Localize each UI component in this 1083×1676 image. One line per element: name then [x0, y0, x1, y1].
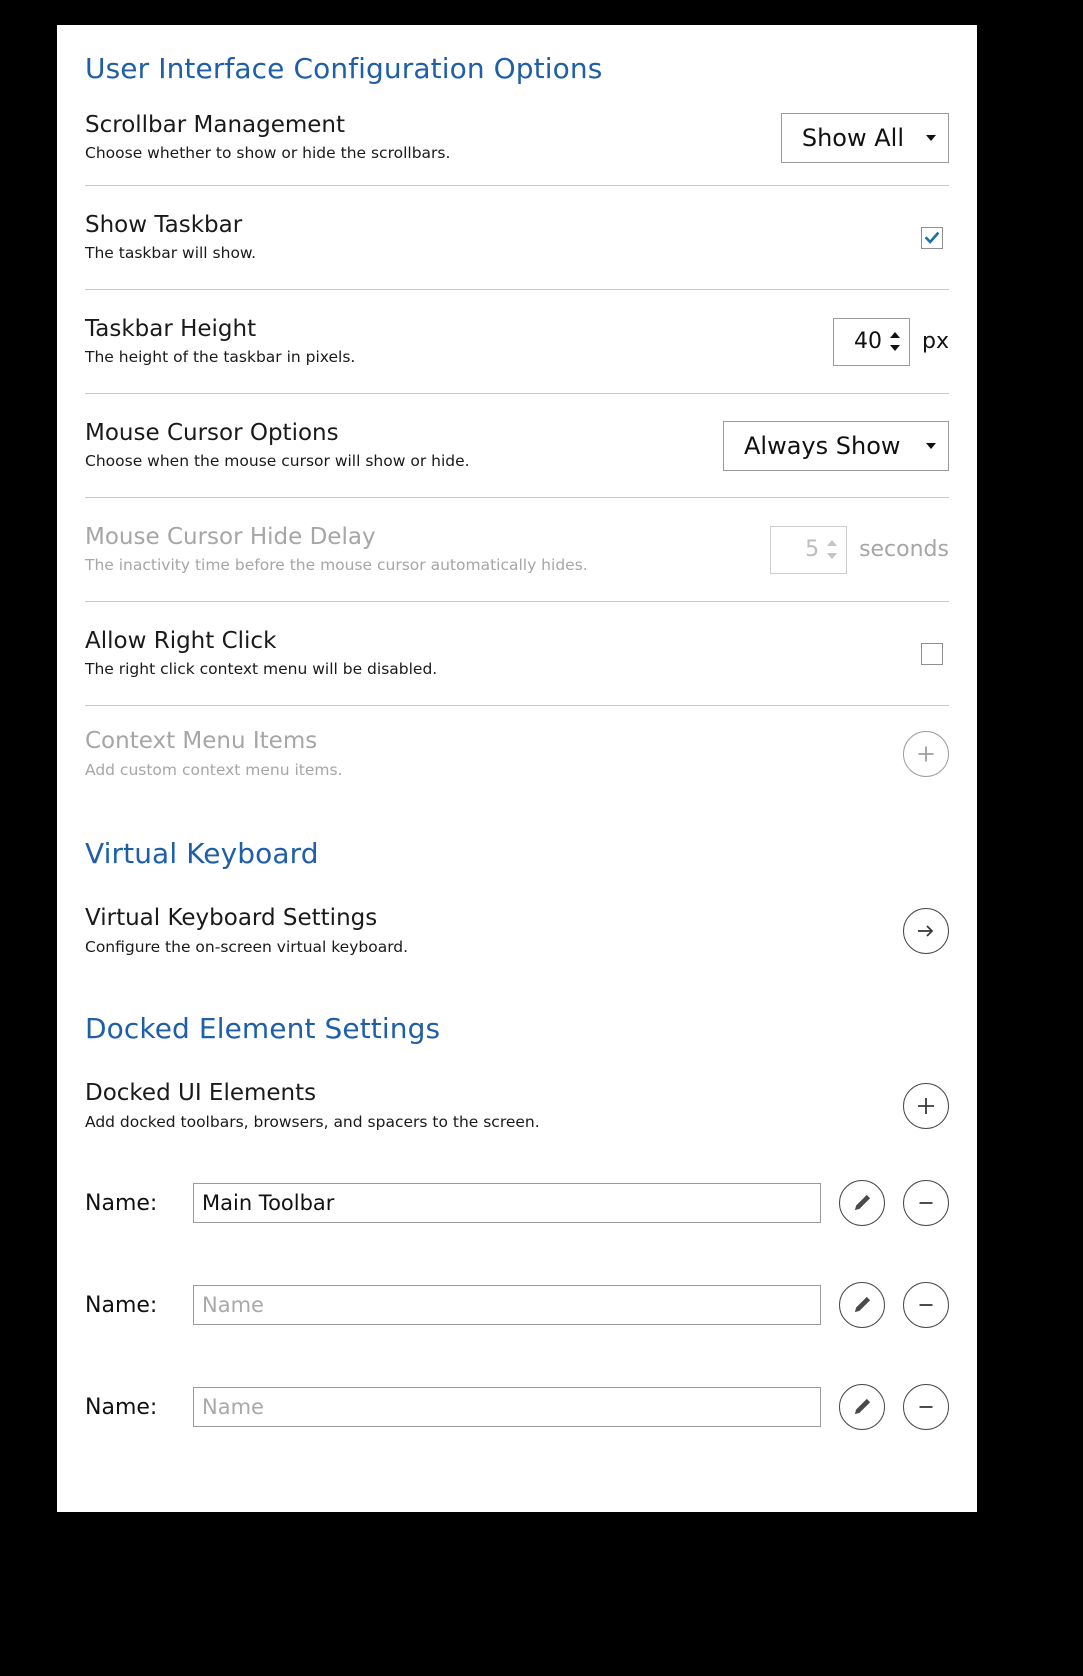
plus-icon — [918, 746, 934, 762]
spinner-value: 5 — [805, 537, 820, 562]
row-description: Choose when the mouse cursor will show o… — [85, 452, 470, 471]
remove-docked-item-button[interactable] — [903, 1384, 949, 1430]
spinner-down-icon — [827, 553, 838, 559]
row-mouse-cursor-hide-delay: Mouse Cursor Hide Delay The inactivity t… — [85, 498, 949, 602]
pencil-icon — [854, 1398, 871, 1415]
row-description: Choose whether to show or hide the scrol… — [85, 144, 451, 163]
checkmark-icon — [924, 231, 940, 244]
arrow-right-icon — [918, 925, 934, 937]
row-control: Always Show — [723, 420, 949, 471]
row-title: Taskbar Height — [85, 315, 257, 342]
row-control — [903, 731, 949, 777]
row-control: Show All — [780, 112, 949, 163]
row-taskbar-height: Taskbar Height The height of the taskbar… — [85, 290, 949, 394]
row-mouse-cursor-options: Mouse Cursor Options Choose when the mou… — [85, 394, 949, 498]
spinner-up-icon — [827, 540, 838, 546]
mouse-cursor-options-dropdown[interactable]: Always Show — [723, 420, 949, 471]
docked-item-name-input[interactable] — [193, 1285, 821, 1325]
edit-docked-item-button[interactable] — [839, 1282, 885, 1328]
edit-docked-item-button[interactable] — [839, 1180, 885, 1226]
row-title: Scrollbar Management — [85, 111, 346, 138]
row-description: The height of the taskbar in pixels. — [85, 348, 356, 367]
pencil-icon — [854, 1296, 871, 1313]
row-virtual-keyboard-settings: Virtual Keyboard Settings Configure the … — [85, 885, 949, 977]
row-text: Show Taskbar The taskbar will show. — [85, 211, 921, 265]
row-description: The inactivity time before the mouse cur… — [85, 556, 588, 575]
section-heading-virtual-keyboard: Virtual Keyboard — [85, 837, 319, 870]
row-title: Mouse Cursor Hide Delay — [85, 523, 376, 550]
minus-icon — [919, 1406, 933, 1408]
row-control: 40 px — [833, 317, 949, 366]
row-description: The right click context menu will be dis… — [85, 660, 438, 679]
row-description: Configure the on-screen virtual keyboard… — [85, 937, 409, 956]
cursor-hide-delay-unit: seconds — [859, 537, 949, 562]
scrollbar-management-dropdown[interactable]: Show All — [780, 112, 949, 163]
allow-right-click-checkbox[interactable] — [921, 642, 943, 665]
row-control: 5 seconds — [770, 525, 949, 574]
virtual-keyboard-settings-button[interactable] — [903, 908, 949, 954]
row-description: Add docked toolbars, browsers, and space… — [85, 1112, 540, 1131]
add-docked-element-button[interactable] — [903, 1083, 949, 1129]
chevron-down-icon — [926, 442, 936, 449]
section-heading-docked-elements: Docked Element Settings — [85, 1012, 441, 1045]
add-context-menu-item-button[interactable] — [903, 731, 949, 777]
row-title: Docked UI Elements — [85, 1080, 317, 1107]
docked-item-name-input[interactable] — [193, 1387, 821, 1427]
spinner-arrows — [825, 527, 846, 573]
minus-icon — [919, 1304, 933, 1306]
row-description: The taskbar will show. — [85, 244, 257, 263]
docked-item-row: Name: — [85, 1152, 949, 1254]
docked-item-name-label: Name: — [85, 1292, 158, 1318]
minus-icon — [919, 1202, 933, 1204]
row-scrollbar-management: Scrollbar Management Choose whether to s… — [85, 100, 949, 186]
docked-item-name-input[interactable] — [193, 1183, 821, 1223]
row-title: Virtual Keyboard Settings — [85, 905, 378, 932]
row-text: Mouse Cursor Options Choose when the mou… — [85, 419, 723, 473]
docked-item-name-label: Name: — [85, 1394, 158, 1420]
row-text: Scrollbar Management Choose whether to s… — [85, 111, 781, 165]
dropdown-selected-value: Show All — [801, 123, 904, 152]
row-title: Context Menu Items — [85, 728, 318, 755]
row-title: Show Taskbar — [85, 211, 243, 238]
row-text: Docked UI Elements Add docked toolbars, … — [85, 1079, 903, 1133]
chevron-down-icon — [926, 134, 936, 141]
edit-docked-item-button[interactable] — [839, 1384, 885, 1430]
row-allow-right-click: Allow Right Click The right click contex… — [85, 602, 949, 706]
row-text: Virtual Keyboard Settings Configure the … — [85, 904, 903, 958]
section-heading-ui-config: User Interface Configuration Options — [85, 52, 603, 85]
spinner-value: 40 — [854, 329, 883, 354]
show-taskbar-checkbox[interactable] — [921, 226, 943, 249]
row-text: Taskbar Height The height of the taskbar… — [85, 315, 833, 369]
row-control — [903, 1083, 949, 1129]
row-docked-ui-elements: Docked UI Elements Add docked toolbars, … — [85, 1060, 949, 1152]
plus-icon — [918, 1098, 934, 1114]
row-context-menu-items: Context Menu Items Add custom context me… — [85, 706, 949, 802]
cursor-hide-delay-spinner: 5 — [770, 525, 848, 574]
remove-docked-item-button[interactable] — [903, 1180, 949, 1226]
dropdown-selected-value: Always Show — [744, 431, 901, 460]
row-control — [903, 908, 949, 954]
row-description: Add custom context menu items. — [85, 760, 343, 779]
spinner-up-icon[interactable] — [890, 332, 901, 338]
row-title: Allow Right Click — [85, 627, 277, 654]
row-text: Context Menu Items Add custom context me… — [85, 727, 903, 781]
row-show-taskbar: Show Taskbar The taskbar will show. — [85, 186, 949, 290]
remove-docked-item-button[interactable] — [903, 1282, 949, 1328]
settings-panel: User Interface Configuration Options Scr… — [57, 25, 977, 1512]
row-text: Allow Right Click The right click contex… — [85, 627, 921, 681]
taskbar-height-spinner[interactable]: 40 — [833, 317, 911, 366]
docked-item-row: Name: — [85, 1356, 949, 1458]
row-text: Mouse Cursor Hide Delay The inactivity t… — [85, 523, 770, 577]
taskbar-height-unit: px — [922, 329, 949, 354]
row-title: Mouse Cursor Options — [85, 419, 339, 446]
pencil-icon — [854, 1194, 871, 1211]
spinner-down-icon[interactable] — [890, 345, 901, 351]
row-control — [921, 642, 949, 665]
spinner-arrows[interactable] — [888, 319, 909, 365]
row-control — [921, 226, 949, 249]
docked-item-name-label: Name: — [85, 1190, 158, 1216]
docked-item-row: Name: — [85, 1254, 949, 1356]
